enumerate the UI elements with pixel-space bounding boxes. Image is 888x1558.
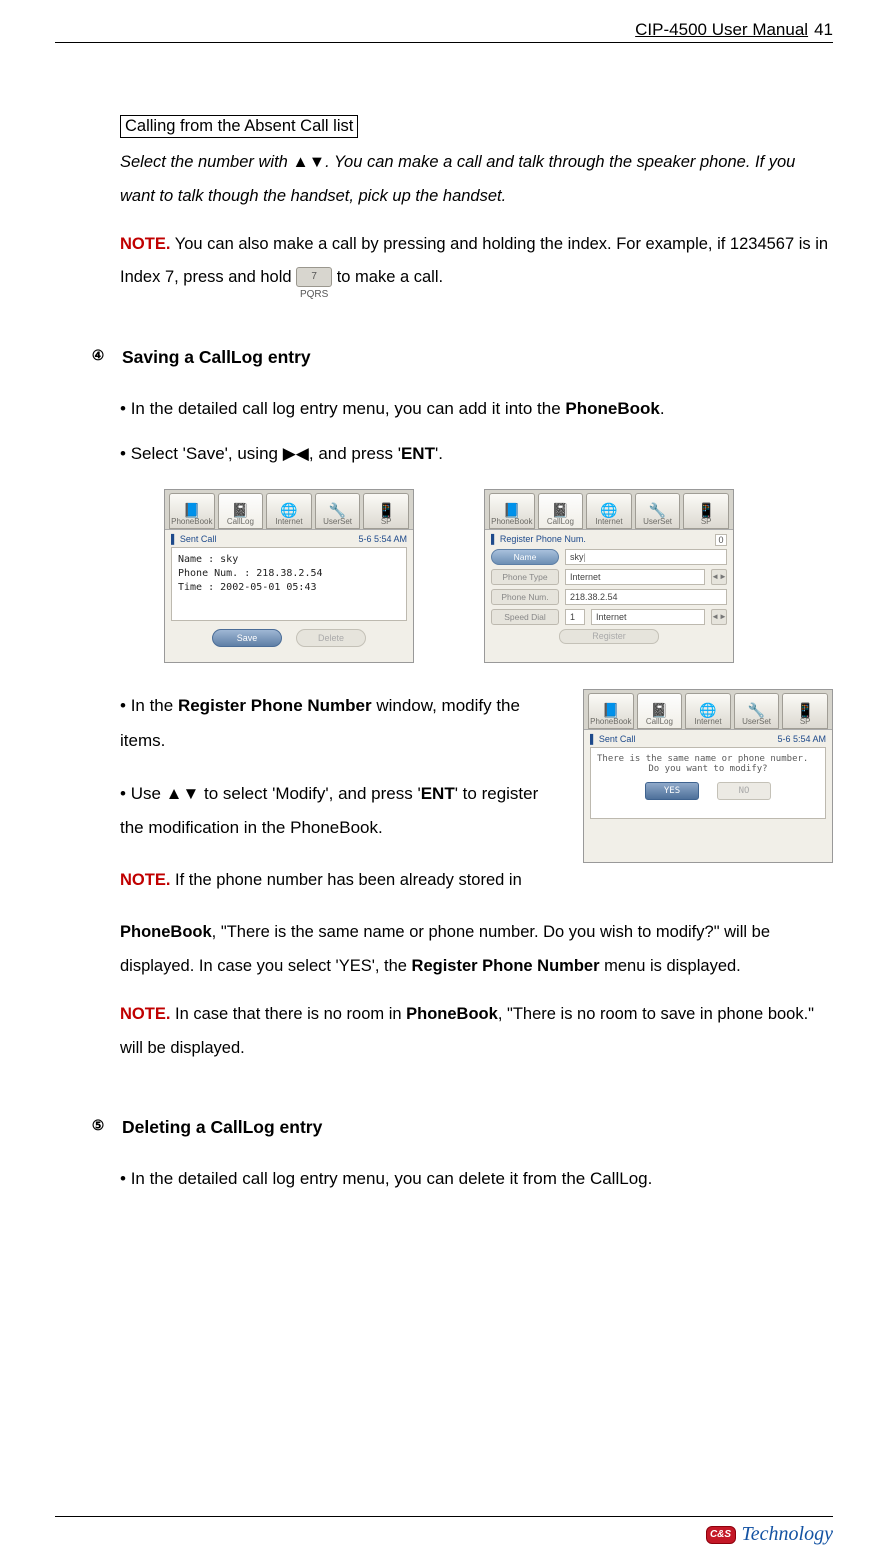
screenshot-row-1: 📘PhoneBook 📓CallLog 🌐Internet 🔧UserSet 📱… [164,489,833,663]
phonebook-icon: 📘 [503,503,520,517]
subsection-box: Calling from the Absent Call list [120,115,358,138]
dropdown-icon[interactable]: ◄► [711,569,727,585]
s4-note1-cont: PhoneBook, "There is the same name or ph… [120,916,833,984]
sc1-timestamp: 5-6 5:54 AM [358,534,407,544]
s4-note2: NOTE. In case that there is no room in P… [120,998,833,1066]
phone-type-label: Phone Type [491,569,559,585]
userset-icon: 🔧 [649,503,666,517]
tab-sp[interactable]: 📱SP [363,493,409,529]
section-5-title: Deleting a CallLog entry [122,1117,322,1138]
yes-button[interactable]: YES [645,782,699,800]
sc1-tabs: 📘PhoneBook 📓CallLog 🌐Internet 🔧UserSet 📱… [165,490,413,530]
no-button[interactable]: NO [717,782,771,800]
calllog-icon: 📓 [651,703,668,717]
brand-badge-icon: C&S [706,1526,736,1544]
sc3-tabs: 📘PhoneBook 📓CallLog 🌐Internet 🔧UserSet 📱… [584,690,832,730]
s4-p1: • In the detailed call log entry menu, y… [120,396,833,422]
internet-icon: 🌐 [600,503,617,517]
screenshot-row-2: • In the Register Phone Number window, m… [120,689,833,898]
userset-icon: 🔧 [329,503,346,517]
note-label: NOTE. [120,235,170,253]
dropdown-icon[interactable]: ◄► [711,609,727,625]
circled-5-icon: ⑤ [88,1118,108,1138]
name-label: Name [491,549,559,565]
s4-note1-start: NOTE. If the phone number has been alrea… [120,864,547,898]
tab-sp[interactable]: 📱SP [683,493,729,529]
delete-button[interactable]: Delete [296,629,366,647]
phone-type-input[interactable]: Internet [565,569,705,585]
tab-calllog[interactable]: 📓CallLog [218,493,264,529]
tab-internet[interactable]: 🌐Internet [586,493,632,529]
sc1-detail: Name : sky Phone Num. : 218.38.2.54 Time… [171,547,407,621]
tab-userset[interactable]: 🔧UserSet [734,693,780,729]
save-button[interactable]: Save [212,629,282,647]
tab-userset[interactable]: 🔧UserSet [315,493,361,529]
speed-dial-label: Speed Dial [491,609,559,625]
sc3-title: ▌ Sent Call [590,734,635,744]
note-label: NOTE. [120,871,170,889]
internet-icon: 🌐 [280,503,297,517]
section-4-heading: ④ Saving a CallLog entry [88,347,833,368]
userset-icon: 🔧 [748,703,765,717]
modify-dialog: There is the same name or phone number. … [590,747,826,819]
tab-sp[interactable]: 📱SP [782,693,828,729]
name-input[interactable]: sky| [565,549,727,565]
tab-phonebook[interactable]: 📘PhoneBook [169,493,215,529]
s4-p2: • Select 'Save', using ▶◀, and press 'EN… [120,441,833,467]
intro-instruction: Select the number with ▲▼. You can make … [120,146,833,214]
page-header: CIP-4500 User Manual 41 [55,20,833,43]
note-label: NOTE. [120,1005,170,1023]
sc2-title: ▌ Register Phone Num. [491,534,586,546]
section-5-heading: ⑤ Deleting a CallLog entry [88,1117,833,1138]
s4-p4: • Use ▲▼ to select 'Modify', and press '… [120,777,547,847]
calllog-icon: 📓 [232,503,249,517]
tab-phonebook[interactable]: 📘PhoneBook [588,693,634,729]
tab-calllog[interactable]: 📓CallLog [637,693,683,729]
phonebook-icon: 📘 [183,503,200,517]
sp-icon: 📱 [697,503,714,517]
internet-icon: 🌐 [699,703,716,717]
calllog-icon: 📓 [552,503,569,517]
speed-dial-type[interactable]: Internet [591,609,705,625]
tab-calllog[interactable]: 📓CallLog [538,493,584,529]
circled-4-icon: ④ [88,348,108,368]
sc1-title: ▌ Sent Call [171,534,216,544]
page-footer: C&S Technology [55,1516,833,1546]
phonebook-icon: 📘 [602,703,619,717]
tab-phonebook[interactable]: 📘PhoneBook [489,493,535,529]
tab-internet[interactable]: 🌐Internet [685,693,731,729]
keypad-7-icon: 7 PQRS [296,267,332,287]
register-button[interactable]: Register [559,629,659,644]
sc3-timestamp: 5-6 5:54 AM [777,734,826,744]
screenshot-register-phone: 📘PhoneBook 📓CallLog 🌐Internet 🔧UserSet 📱… [484,489,734,663]
phone-num-label: Phone Num. [491,589,559,605]
speed-dial-num[interactable]: 1 [565,609,585,625]
s5-p1: • In the detailed call log entry menu, y… [120,1166,833,1192]
s4-p3: • In the Register Phone Number window, m… [120,689,547,759]
sp-icon: 📱 [377,503,394,517]
tab-userset[interactable]: 🔧UserSet [635,493,681,529]
sp-icon: 📱 [796,703,813,717]
brand-name: Technology [742,1523,833,1546]
sc2-corner: 0 [715,534,727,546]
section-4-title: Saving a CallLog entry [122,347,311,368]
intro-note: NOTE. You can also make a call by pressi… [120,228,833,296]
phone-num-input[interactable]: 218.38.2.54 [565,589,727,605]
sc2-tabs: 📘PhoneBook 📓CallLog 🌐Internet 🔧UserSet 📱… [485,490,733,530]
tab-internet[interactable]: 🌐Internet [266,493,312,529]
screenshot-modify-dialog: 📘PhoneBook 📓CallLog 🌐Internet 🔧UserSet 📱… [583,689,833,863]
screenshot-sent-call-detail: 📘PhoneBook 📓CallLog 🌐Internet 🔧UserSet 📱… [164,489,414,663]
page-number: 41 [814,20,833,40]
doc-title: CIP-4500 User Manual [635,20,808,40]
